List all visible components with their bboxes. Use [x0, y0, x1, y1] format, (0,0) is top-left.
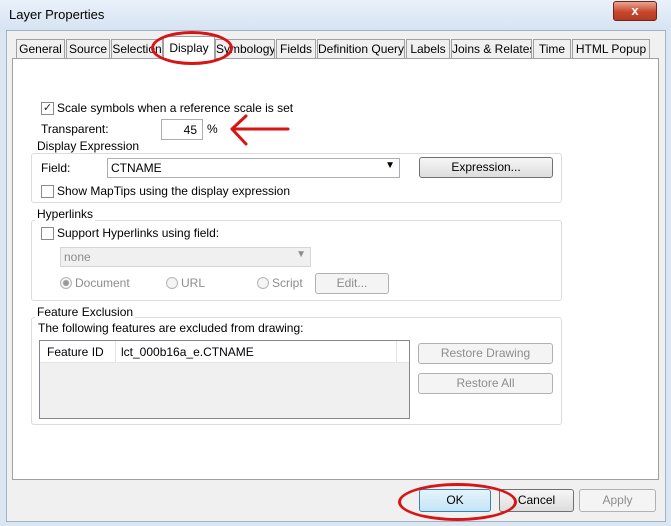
checkmark-icon: ✓ — [42, 102, 53, 114]
display-expression-title: Display Expression — [35, 139, 142, 153]
hyperlink-field-value: none — [64, 250, 91, 264]
chevron-down-icon: ▼ — [385, 160, 395, 171]
transparent-unit: % — [207, 122, 218, 136]
field-dropdown-value: CTNAME — [111, 161, 162, 175]
column-header-ctname[interactable]: lct_000b16a_e.CTNAME — [121, 345, 254, 359]
excluded-features-list[interactable]: Feature ID lct_000b16a_e.CTNAME — [39, 340, 410, 419]
hyperlink-field-dropdown[interactable]: none ▼ — [60, 247, 311, 267]
field-dropdown[interactable]: CTNAME ▼ — [107, 158, 400, 178]
restore-drawing-button[interactable]: Restore Drawing — [418, 343, 553, 364]
url-radio[interactable] — [166, 277, 178, 289]
close-button[interactable]: x — [613, 1, 657, 21]
url-radio-label: URL — [181, 276, 206, 290]
document-radio[interactable] — [60, 277, 72, 289]
display-tab-page: ✓ Scale symbols when a reference scale i… — [12, 58, 659, 480]
chevron-down-icon: ▼ — [296, 249, 306, 260]
tab-html-popup[interactable]: HTML Popup — [572, 39, 650, 59]
list-header: Feature ID lct_000b16a_e.CTNAME — [40, 341, 409, 363]
support-hyperlinks-checkbox[interactable] — [41, 227, 54, 240]
tab-source[interactable]: Source — [66, 39, 110, 59]
column-divider — [396, 341, 397, 362]
radio-dot-icon — [63, 280, 69, 286]
transparent-input[interactable]: 45 — [161, 119, 203, 140]
expression-button[interactable]: Expression... — [419, 157, 553, 178]
tab-joins-relates[interactable]: Joins & Relates — [451, 39, 532, 59]
tab-definition-query[interactable]: Definition Query — [317, 39, 405, 59]
transparent-label: Transparent: — [41, 122, 109, 136]
cancel-button[interactable]: Cancel — [499, 489, 574, 512]
feature-exclusion-title: Feature Exclusion — [35, 305, 136, 319]
scale-symbols-checkbox[interactable]: ✓ — [41, 102, 54, 115]
support-hyperlinks-label: Support Hyperlinks using field: — [57, 226, 220, 240]
apply-button[interactable]: Apply — [579, 489, 656, 512]
script-radio-label: Script — [272, 276, 303, 290]
document-radio-label: Document — [75, 276, 130, 290]
ok-button[interactable]: OK — [419, 489, 491, 512]
tab-display[interactable]: Display — [163, 36, 215, 60]
tab-symbology[interactable]: Symbology — [215, 39, 275, 59]
script-radio[interactable] — [257, 277, 269, 289]
show-maptips-label: Show MapTips using the display expressio… — [57, 184, 291, 198]
tab-selection[interactable]: Selection — [111, 39, 163, 59]
tab-fields[interactable]: Fields — [276, 39, 316, 59]
close-icon: x — [631, 3, 639, 18]
annotation-arrow-icon — [230, 114, 290, 146]
tab-labels[interactable]: Labels — [406, 39, 450, 59]
show-maptips-checkbox[interactable] — [41, 185, 54, 198]
title-bar: Layer Properties x — [0, 0, 671, 30]
column-divider — [115, 341, 116, 362]
transparent-value: 45 — [183, 123, 197, 137]
column-header-feature-id[interactable]: Feature ID — [47, 345, 104, 359]
tab-general[interactable]: General — [16, 39, 65, 59]
edit-button[interactable]: Edit... — [315, 273, 389, 294]
window-title: Layer Properties — [9, 7, 105, 22]
field-label: Field: — [41, 161, 71, 175]
restore-all-button[interactable]: Restore All — [418, 373, 553, 394]
tab-time[interactable]: Time — [533, 39, 571, 59]
feature-exclusion-description: The following features are excluded from… — [38, 321, 304, 335]
hyperlinks-title: Hyperlinks — [35, 207, 96, 221]
